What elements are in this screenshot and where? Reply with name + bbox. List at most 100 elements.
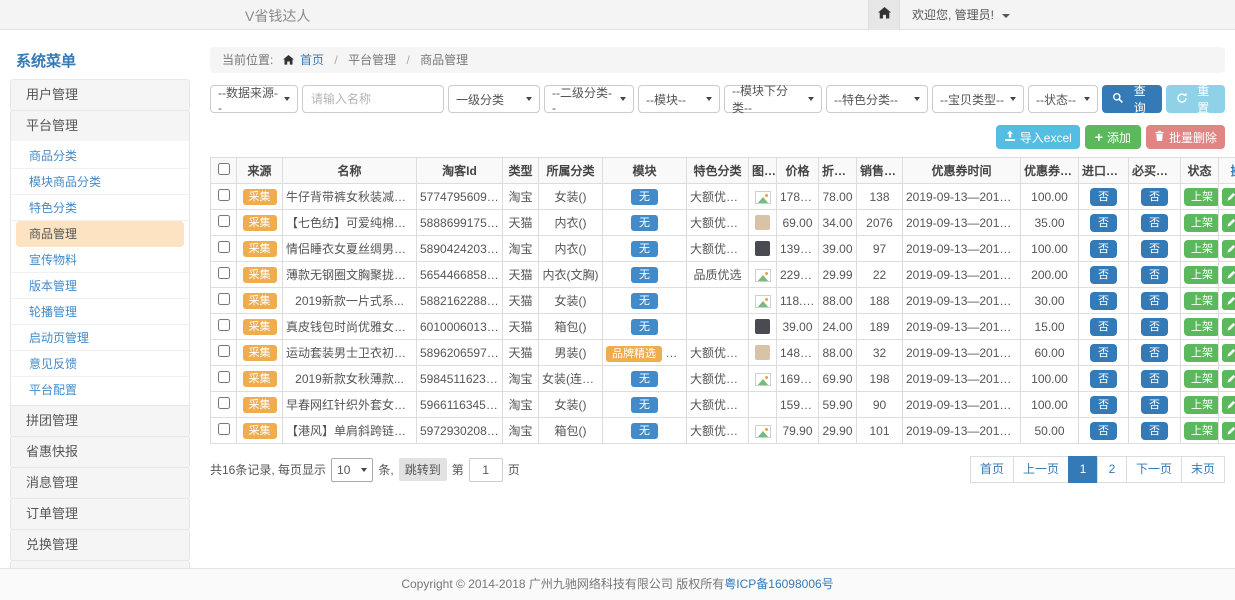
filter-select-module-sub-category[interactable]: --模块下分类-- <box>724 85 822 113</box>
icp-link[interactable]: 粤ICP备16098006号 <box>724 577 833 591</box>
breadcrumb-home-link[interactable]: 首页 <box>300 53 324 67</box>
must-buy-toggle[interactable]: 否 <box>1141 318 1168 336</box>
filter-select-feature-category[interactable]: --特色分类-- <box>826 85 928 113</box>
import-select-toggle[interactable]: 否 <box>1090 370 1117 388</box>
sidebar-item-feedback[interactable]: 意见反馈 <box>11 351 189 377</box>
status-toggle[interactable]: 上架 <box>1184 292 1219 310</box>
must-buy-toggle[interactable]: 否 <box>1141 266 1168 284</box>
row-checkbox[interactable] <box>218 215 230 227</box>
row-checkbox[interactable] <box>218 371 230 383</box>
pager-page-2[interactable]: 2 <box>1097 456 1127 483</box>
table-row: 采集【七色纺】可爱纯棉家...588869917501天猫内衣()无大额优惠券6… <box>211 210 1235 236</box>
edit-button[interactable] <box>1222 370 1235 388</box>
edit-button[interactable] <box>1222 240 1235 258</box>
import-select-toggle[interactable]: 否 <box>1090 214 1117 232</box>
per-page-select[interactable]: 10 <box>331 458 373 482</box>
edit-button[interactable] <box>1222 396 1235 414</box>
must-buy-toggle[interactable]: 否 <box>1141 344 1168 362</box>
filter-select-status[interactable]: --状态-- <box>1028 85 1098 113</box>
import-select-toggle[interactable]: 否 <box>1090 266 1117 284</box>
must-buy-toggle[interactable]: 否 <box>1141 370 1168 388</box>
search-button[interactable]: 查询 <box>1102 85 1162 113</box>
page-jump-input[interactable] <box>469 458 503 482</box>
sidebar-group-exchange-management[interactable]: 兑换管理 <box>10 529 190 561</box>
sidebar-item-splash-page-management[interactable]: 启动页管理 <box>11 325 189 351</box>
row-checkbox[interactable] <box>218 397 230 409</box>
row-checkbox[interactable] <box>218 293 230 305</box>
reset-button[interactable]: 重置 <box>1166 85 1226 113</box>
status-toggle[interactable]: 上架 <box>1184 370 1219 388</box>
row-checkbox[interactable] <box>218 267 230 279</box>
status-toggle[interactable]: 上架 <box>1184 188 1219 206</box>
status-toggle[interactable]: 上架 <box>1184 344 1219 362</box>
sidebar-group-order-management[interactable]: 订单管理 <box>10 498 190 530</box>
must-buy-toggle[interactable]: 否 <box>1141 214 1168 232</box>
row-checkbox[interactable] <box>218 319 230 331</box>
user-menu[interactable]: 欢迎您, 管理员! <box>912 0 1010 30</box>
sidebar-item-goods-management[interactable]: 商品管理 <box>16 221 184 247</box>
pager-last[interactable]: 末页 <box>1181 456 1225 483</box>
add-button[interactable]: + 添加 <box>1085 125 1141 149</box>
row-checkbox[interactable] <box>218 189 230 201</box>
pager-first[interactable]: 首页 <box>970 456 1014 483</box>
import-select-toggle[interactable]: 否 <box>1090 318 1117 336</box>
must-buy-toggle[interactable]: 否 <box>1141 240 1168 258</box>
row-checkbox[interactable] <box>218 241 230 253</box>
sidebar-item-version-management[interactable]: 版本管理 <box>11 273 189 299</box>
jump-to-button[interactable]: 跳转到 <box>399 458 447 481</box>
must-buy-toggle[interactable]: 否 <box>1141 188 1168 206</box>
row-checkbox[interactable] <box>218 423 230 435</box>
sidebar-item-platform-config[interactable]: 平台配置 <box>11 377 189 403</box>
filter-select-item-type[interactable]: --宝贝类型-- <box>932 85 1024 113</box>
status-toggle[interactable]: 上架 <box>1184 214 1219 232</box>
sidebar-group-message-management[interactable]: 消息管理 <box>10 467 190 499</box>
import-select-toggle[interactable]: 否 <box>1090 344 1117 362</box>
filter-select-data-source[interactable]: --数据来源-- <box>210 85 298 113</box>
icon-cell <box>749 418 777 444</box>
status-toggle[interactable]: 上架 <box>1184 396 1219 414</box>
edit-button[interactable] <box>1222 318 1235 336</box>
import-select-toggle[interactable]: 否 <box>1090 188 1117 206</box>
actions-cell <box>1219 262 1235 288</box>
select-all-checkbox[interactable] <box>218 163 230 175</box>
sidebar-item-goods-category[interactable]: 商品分类 <box>11 143 189 169</box>
row-checkbox[interactable] <box>218 345 230 357</box>
filter-select-level1-category[interactable]: 一级分类 <box>448 85 540 113</box>
edit-button[interactable] <box>1222 292 1235 310</box>
edit-button[interactable] <box>1222 344 1235 362</box>
edit-button[interactable] <box>1222 266 1235 284</box>
status-toggle[interactable]: 上架 <box>1184 422 1219 440</box>
status-toggle[interactable]: 上架 <box>1184 240 1219 258</box>
sidebar-item-promo-material[interactable]: 宣传物料 <box>11 247 189 273</box>
home-button[interactable] <box>868 0 900 30</box>
sidebar-group-saving-express[interactable]: 省惠快报 <box>10 436 190 468</box>
table-row: 采集薄款无钢圈文胸聚拢性...565446685867天猫内衣(文胸)无品质优选… <box>211 262 1235 288</box>
import-excel-button[interactable]: 导入excel <box>996 125 1080 149</box>
sidebar-item-carousel-management[interactable]: 轮播管理 <box>11 299 189 325</box>
edit-button[interactable] <box>1222 214 1235 232</box>
name-search-input[interactable] <box>302 85 444 113</box>
filter-select-module[interactable]: --模块-- <box>638 85 720 113</box>
import-select-toggle[interactable]: 否 <box>1090 422 1117 440</box>
sidebar-group-group-buy-management[interactable]: 拼团管理 <box>10 405 190 437</box>
must-buy-toggle[interactable]: 否 <box>1141 396 1168 414</box>
category-cell: 箱包() <box>539 418 603 444</box>
sidebar-item-module-goods-category[interactable]: 模块商品分类 <box>11 169 189 195</box>
import-select-toggle[interactable]: 否 <box>1090 292 1117 310</box>
status-toggle[interactable]: 上架 <box>1184 266 1219 284</box>
pager-page-1[interactable]: 1 <box>1068 456 1098 483</box>
must-buy-toggle[interactable]: 否 <box>1141 422 1168 440</box>
sidebar-group-user-management[interactable]: 用户管理 <box>10 79 190 111</box>
import-select-toggle[interactable]: 否 <box>1090 240 1117 258</box>
status-toggle[interactable]: 上架 <box>1184 318 1219 336</box>
batch-delete-button[interactable]: 批量删除 <box>1146 125 1225 149</box>
edit-button[interactable] <box>1222 188 1235 206</box>
edit-button[interactable] <box>1222 422 1235 440</box>
must-buy-toggle[interactable]: 否 <box>1141 292 1168 310</box>
sidebar-item-feature-category[interactable]: 特色分类 <box>11 195 189 221</box>
sidebar-group-platform-management[interactable]: 平台管理 <box>10 110 190 142</box>
filter-select-level2-category[interactable]: --二级分类-- <box>544 85 634 113</box>
pager-next[interactable]: 下一页 <box>1126 456 1182 483</box>
import-select-toggle[interactable]: 否 <box>1090 396 1117 414</box>
pager-prev[interactable]: 上一页 <box>1013 456 1069 483</box>
